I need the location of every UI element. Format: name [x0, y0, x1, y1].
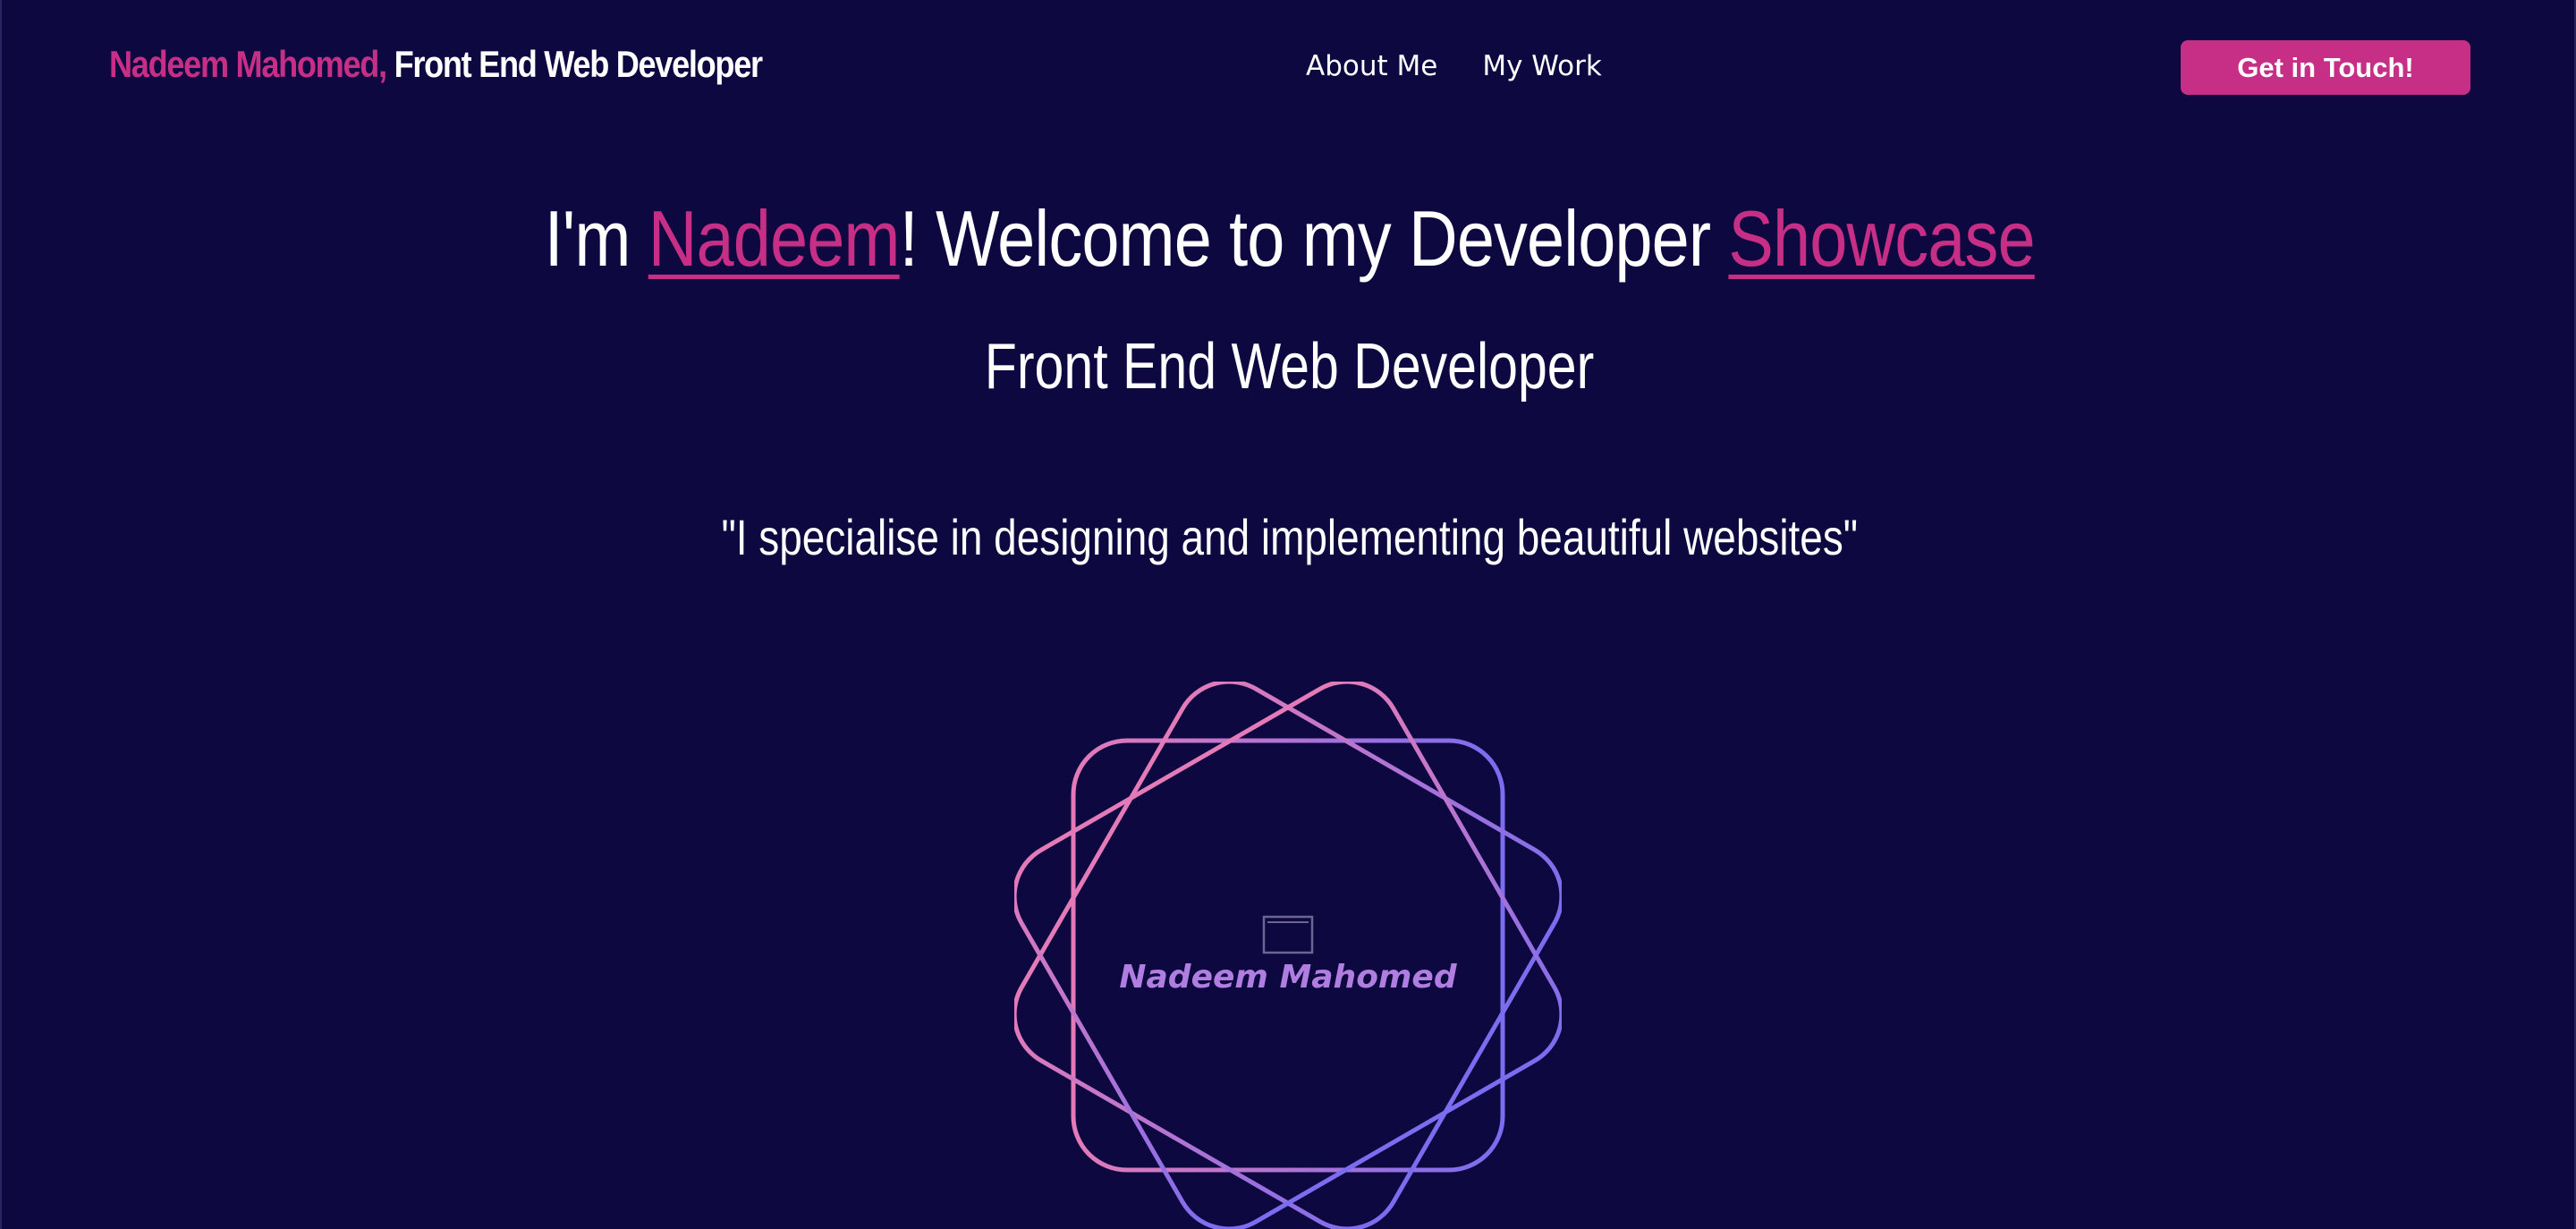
logo-graphic: Nadeem Mahomed	[1012, 679, 1564, 1229]
brand-name: Nadeem Mahomed,	[109, 43, 387, 85]
hero-title-middle: ! Welcome to my Developer	[899, 194, 1729, 283]
hero-subtitle: Front End Web Developer	[2, 324, 2576, 410]
hero-subtitle-text: Front End Web Developer	[985, 331, 1595, 403]
navbar: Nadeem Mahomed, Front End Web Developer …	[2, 0, 2576, 136]
hero-quote-text: "I specialise in designing and implement…	[721, 509, 1859, 565]
brand-role: Front End Web Developer	[394, 43, 763, 85]
nav-links: About Me My Work	[1306, 50, 1602, 82]
logo-text: Nadeem Mahomed	[1119, 959, 1457, 996]
brand-logo[interactable]: Nadeem Mahomed, Front End Web Developer	[109, 43, 763, 86]
get-in-touch-button[interactable]: Get in Touch!	[2181, 40, 2470, 95]
nav-about-me[interactable]: About Me	[1306, 50, 1437, 82]
logo-svg: Nadeem Mahomed	[1012, 679, 1564, 1229]
browser-window-icon	[1262, 915, 1314, 954]
hero-title-showcase: Showcase	[1728, 194, 2036, 283]
logo-rings	[1012, 679, 1564, 1229]
hero-title-name: Nadeem	[648, 194, 901, 283]
hero-quote: "I specialise in designing and implement…	[2, 505, 2576, 570]
hero-title: I'm Nadeem! Welcome to my Developer Show…	[2, 190, 2576, 288]
hero-title-prefix: I'm	[544, 194, 649, 283]
nav-my-work[interactable]: My Work	[1482, 50, 1601, 82]
